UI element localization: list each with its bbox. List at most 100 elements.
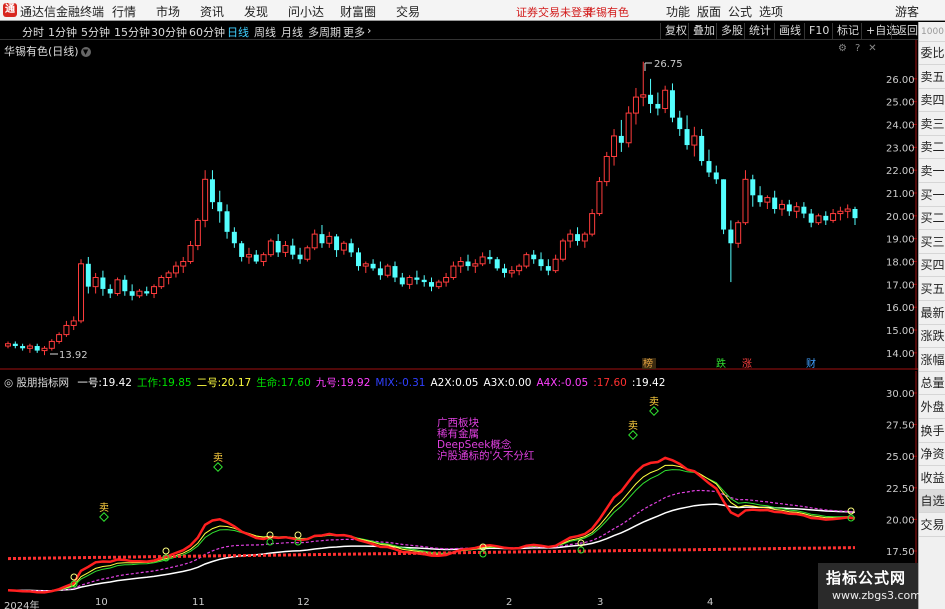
btn-diejia[interactable]: 叠加: [688, 23, 719, 39]
ind-tick-label: 27.50: [886, 421, 915, 432]
menu-hangqing[interactable]: 行情: [112, 3, 136, 20]
candle: [750, 174, 756, 207]
sidebar-15[interactable]: 外盘: [919, 396, 945, 419]
candle: [34, 343, 40, 353]
period-15min[interactable]: 15分钟: [114, 24, 150, 40]
candle: [114, 277, 121, 296]
indicator-chart[interactable]: 30.00 27.50 25.00 22.50 20.00 17.50 卖卖卖卖: [0, 371, 918, 597]
candle: [523, 252, 530, 269]
period-multi[interactable]: 多周期: [308, 24, 341, 40]
line-red-trend: [7, 456, 856, 594]
sell-diamond: [649, 406, 659, 416]
sidebar-0[interactable]: 委比: [919, 42, 945, 65]
sidebar-top-value: 1000: [919, 22, 945, 42]
menu-wenxiaoda[interactable]: 问小达: [288, 3, 324, 20]
period-5min[interactable]: 5分钟: [81, 24, 110, 40]
period-60min[interactable]: 60分钟: [189, 24, 225, 40]
event-badge-zhang[interactable]: 涨: [742, 358, 752, 370]
menu-zixun[interactable]: 资讯: [200, 3, 224, 20]
btn-biaoji[interactable]: 标记: [832, 23, 863, 39]
watermark: 指标公式网 www.zbgs3.com: [818, 563, 921, 609]
candle: [487, 250, 493, 264]
btn-f10[interactable]: F10: [804, 23, 833, 39]
buy-signal-6: [847, 507, 855, 515]
period-fenshi[interactable]: 分时: [22, 24, 44, 40]
sidebar-16[interactable]: 换手: [919, 420, 945, 443]
sidebar-4[interactable]: 卖二: [919, 136, 945, 160]
candle: [370, 259, 376, 271]
btn-duogu[interactable]: 多股: [716, 23, 747, 39]
candlestick-chart[interactable]: 26.00 25.00 24.00 23.00 22.00 21.00 20.00 19.00…: [0, 40, 918, 370]
ind-tick-label: 22.50: [886, 484, 915, 495]
sidebar-14[interactable]: 总量: [919, 372, 945, 396]
price-tick-label: 14.00: [886, 349, 915, 360]
sidebar-7[interactable]: 买二: [919, 207, 945, 231]
candle: [406, 275, 413, 289]
candle: [516, 263, 523, 276]
candle: [282, 240, 289, 257]
event-badge-die[interactable]: 跌: [716, 357, 726, 370]
menu-shichang[interactable]: 市场: [156, 3, 180, 20]
menubar-stock-name: 华锡有色: [585, 6, 629, 19]
menu-gongneng[interactable]: 功能: [666, 3, 690, 20]
indicator-notes: 广西板块 稀有金属 DeepSeek概念 沪股通标的'久不分红: [437, 418, 534, 462]
sidebar-17[interactable]: 净资: [919, 443, 945, 467]
more-chevron-icon[interactable]: ›: [367, 24, 371, 37]
candle: [545, 259, 551, 276]
menu-banmian[interactable]: 版面: [697, 3, 721, 20]
date-2: 2: [506, 597, 513, 608]
sidebar-11[interactable]: 最新: [919, 302, 945, 325]
ind-tick-label: 30.00: [886, 389, 915, 400]
sidebar-9[interactable]: 买四: [919, 254, 945, 278]
candle: [239, 240, 245, 262]
event-badge-cai[interactable]: 财: [806, 357, 816, 370]
candle: [844, 204, 851, 219]
candle: [581, 231, 588, 248]
sidebar-19[interactable]: 自选: [919, 490, 945, 514]
candle: [5, 341, 11, 349]
sidebar-6[interactable]: 买一: [919, 184, 945, 207]
candle: [531, 250, 537, 264]
candle: [852, 206, 858, 225]
line-gongzuo: [7, 469, 856, 593]
sidebar-10[interactable]: 买五: [919, 278, 945, 301]
period-monthly[interactable]: 月线: [281, 24, 303, 40]
sidebar-5[interactable]: 卖一: [919, 160, 945, 183]
period-weekly[interactable]: 周线: [254, 24, 276, 40]
period-more[interactable]: 更多: [343, 24, 365, 40]
login-warning[interactable]: 证券交易未登录: [516, 4, 593, 20]
guest-login[interactable]: 游客: [895, 3, 919, 20]
sidebar-2[interactable]: 卖四: [919, 89, 945, 113]
candle: [677, 110, 683, 136]
btn-fuquan[interactable]: 复权: [660, 23, 691, 39]
price-tick-label: 17.00: [886, 280, 915, 291]
sidebar-1[interactable]: 卖五: [919, 66, 945, 89]
event-badge-bang[interactable]: 榜: [643, 357, 653, 370]
sidebar-8[interactable]: 买三: [919, 231, 945, 254]
price-tick-label: 18.00: [886, 258, 915, 269]
candle: [764, 195, 771, 209]
candle: [757, 186, 763, 207]
menu-gongshi[interactable]: 公式: [728, 3, 752, 20]
menu-jiaoyi[interactable]: 交易: [396, 3, 420, 20]
sidebar-13[interactable]: 涨幅: [919, 349, 945, 372]
candle: [151, 284, 158, 299]
period-daily[interactable]: 日线: [227, 24, 249, 40]
sidebar-12[interactable]: 涨跌: [919, 325, 945, 349]
menu-caifuquan[interactable]: 财富圈: [340, 3, 376, 20]
candle: [92, 272, 99, 294]
menu-faxian[interactable]: 发现: [244, 3, 268, 20]
btn-tongji[interactable]: 统计: [744, 23, 775, 39]
sidebar-18[interactable]: 收益: [919, 467, 945, 490]
menu-xuanxiang[interactable]: 选项: [759, 3, 783, 20]
period-1min[interactable]: 1分钟: [48, 24, 77, 40]
btn-huaxian[interactable]: 画线: [774, 23, 805, 39]
candle: [552, 254, 559, 273]
ind-tick-label: 20.00: [886, 515, 915, 526]
sidebar-20[interactable]: 交易: [919, 514, 945, 537]
candle: [267, 238, 274, 257]
candle: [355, 247, 361, 271]
sidebar-3[interactable]: 卖三: [919, 113, 945, 136]
watermark-title: 指标公式网: [826, 569, 907, 587]
period-30min[interactable]: 30分钟: [151, 24, 187, 40]
